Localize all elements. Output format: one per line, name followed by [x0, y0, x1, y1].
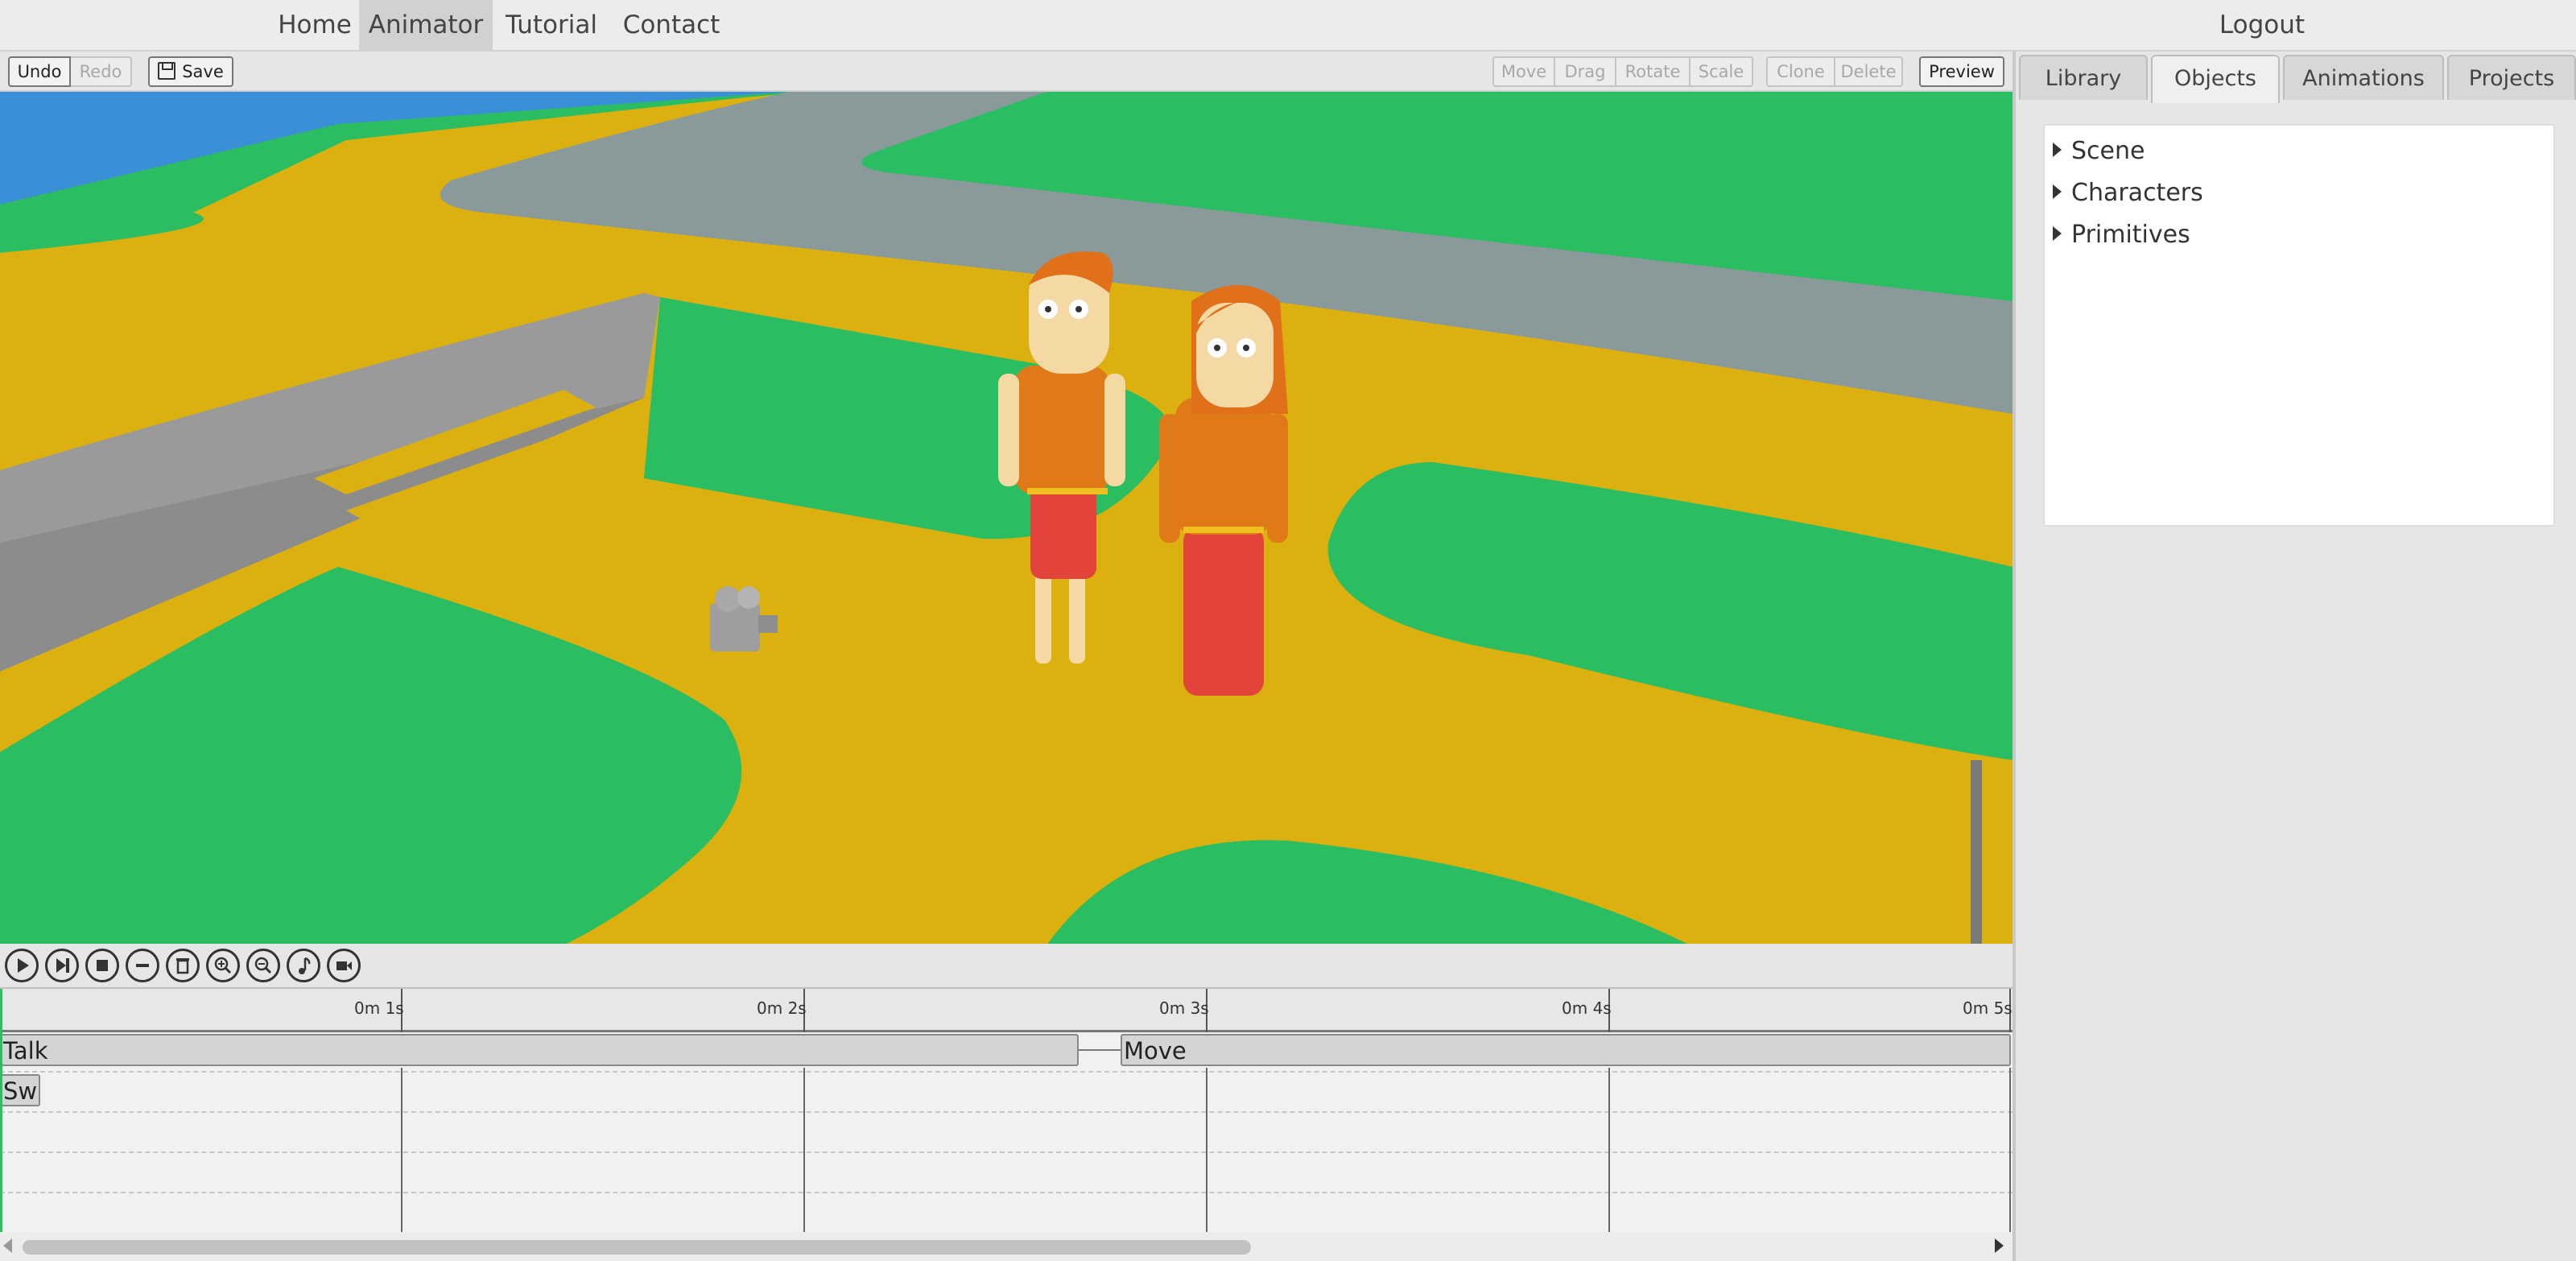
tab-library[interactable]: Library — [2019, 55, 2148, 100]
post — [1971, 760, 1982, 944]
camera-icon[interactable] — [327, 949, 361, 982]
clip-connector — [1079, 1049, 1121, 1051]
timeline-track[interactable] — [0, 1193, 2013, 1234]
rotate-button[interactable]: Rotate — [1616, 56, 1690, 87]
timeline-track[interactable] — [0, 1113, 2013, 1153]
play-icon[interactable] — [5, 949, 39, 982]
scroll-right-icon[interactable] — [1995, 1238, 2004, 1253]
preview-button[interactable]: Preview — [1919, 56, 2004, 87]
timeline-grid-line — [401, 1068, 402, 1234]
editor-toolbar: Undo Redo Save Move Drag Rotate Scale Cl… — [0, 52, 2013, 90]
minus-icon[interactable] — [126, 949, 159, 982]
timeline-track[interactable] — [0, 1073, 2013, 1113]
objects-tree: Scene Characters Primitives — [2043, 124, 2555, 527]
ruler-label: 0m 4s — [1562, 998, 1612, 1018]
nav-animator[interactable]: Animator — [359, 0, 493, 50]
timeline-scrollbar[interactable] — [0, 1232, 2013, 1261]
drag-button[interactable]: Drag — [1555, 56, 1616, 87]
nav-contact[interactable]: Contact — [615, 0, 728, 50]
ruler-label: 0m 3s — [1159, 998, 1209, 1018]
caret-right-icon — [2053, 226, 2062, 241]
clone-button[interactable]: Clone — [1766, 56, 1835, 87]
tab-animations[interactable]: Animations — [2283, 55, 2444, 100]
clip-move[interactable]: Move — [1121, 1034, 2011, 1066]
tab-projects[interactable]: Projects — [2447, 55, 2576, 100]
scale-button[interactable]: Scale — [1690, 56, 1753, 87]
tab-objects[interactable]: Objects — [2151, 55, 2280, 103]
tree-item-characters[interactable]: Characters — [2053, 177, 2203, 209]
tree-item-label: Primitives — [2071, 221, 2190, 249]
timeline-ruler[interactable]: 0m 1s 0m 2s 0m 3s 0m 4s 0m 5s — [0, 989, 2013, 1032]
right-panel: Library Objects Animations Projects Scen… — [2013, 52, 2576, 1261]
scroll-left-icon[interactable] — [3, 1238, 12, 1253]
caret-right-icon — [2053, 184, 2062, 199]
stop-icon[interactable] — [85, 949, 119, 982]
tree-item-label: Characters — [2071, 179, 2203, 207]
timeline-grid-line — [2009, 1068, 2011, 1234]
undo-button[interactable]: Undo — [8, 56, 71, 87]
timeline[interactable]: 0m 1s 0m 2s 0m 3s 0m 4s 0m 5s Talk Move … — [0, 987, 2013, 1234]
scrollbar-thumb[interactable] — [23, 1240, 1251, 1255]
tree-item-scene[interactable]: Scene — [2053, 135, 2145, 167]
timeline-grid-line — [1608, 1068, 1610, 1234]
timeline-grid-line — [1206, 1068, 1208, 1234]
ruler-label: 0m 2s — [757, 998, 807, 1018]
save-label: Save — [182, 62, 224, 81]
scene-viewport[interactable] — [0, 90, 2013, 944]
tree-item-primitives[interactable]: Primitives — [2053, 219, 2190, 251]
step-forward-icon[interactable] — [45, 949, 79, 982]
music-icon[interactable] — [287, 949, 320, 982]
zoom-in-icon[interactable] — [206, 949, 240, 982]
ruler-label: 0m 1s — [354, 998, 404, 1018]
timeline-grid-line — [803, 1068, 805, 1234]
clip-swing[interactable]: Sw — [0, 1074, 40, 1106]
tree-item-label: Scene — [2071, 137, 2145, 165]
redo-button[interactable]: Redo — [71, 56, 132, 87]
scene-canvas[interactable] — [0, 92, 2013, 944]
floppy-disk-icon — [158, 62, 176, 80]
playhead[interactable] — [0, 989, 2, 1234]
caret-right-icon — [2053, 143, 2062, 157]
zoom-out-icon[interactable] — [246, 949, 280, 982]
save-button[interactable]: Save — [148, 56, 233, 87]
trash-icon[interactable] — [166, 949, 200, 982]
nav-tutorial[interactable]: Tutorial — [496, 0, 607, 50]
move-button[interactable]: Move — [1492, 56, 1555, 87]
ruler-label: 0m 5s — [1963, 998, 2013, 1018]
nav-home[interactable]: Home — [270, 0, 359, 50]
timeline-track[interactable] — [0, 1153, 2013, 1193]
top-navigation: Home Animator Tutorial Contact Logout — [0, 0, 2576, 52]
playback-controls — [0, 944, 2013, 987]
nav-logout[interactable]: Logout — [2206, 0, 2318, 50]
clip-talk[interactable]: Talk — [0, 1034, 1079, 1066]
delete-button[interactable]: Delete — [1835, 56, 1903, 87]
